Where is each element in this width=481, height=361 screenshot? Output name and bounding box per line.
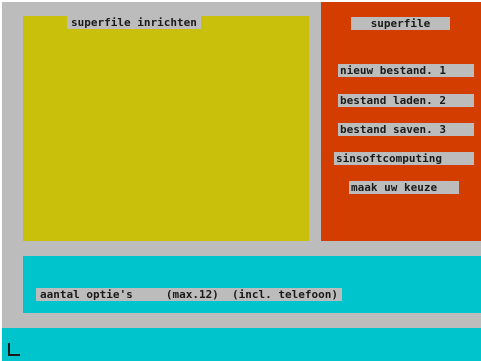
menu-panel [321,2,481,241]
app-title: superfile [351,17,450,30]
options-count-field[interactable]: aantal optie's (max.12) (incl. telefoon) [36,288,343,301]
menu-item-load-file[interactable]: bestand laden. 2 [338,94,474,107]
menu-item-save-file[interactable]: bestand saven. 3 [338,123,474,136]
setup-panel-title: superfile inrichten [67,16,201,29]
text-cursor-base [8,354,20,356]
choice-prompt: maak uw keuze [349,181,459,194]
setup-panel [23,16,309,241]
options-panel [23,256,481,313]
menu-item-credits[interactable]: sinsoftcomputing [334,152,474,165]
menu-item-new-file[interactable]: nieuw bestand. 1 [338,64,474,77]
command-line[interactable] [2,328,481,361]
